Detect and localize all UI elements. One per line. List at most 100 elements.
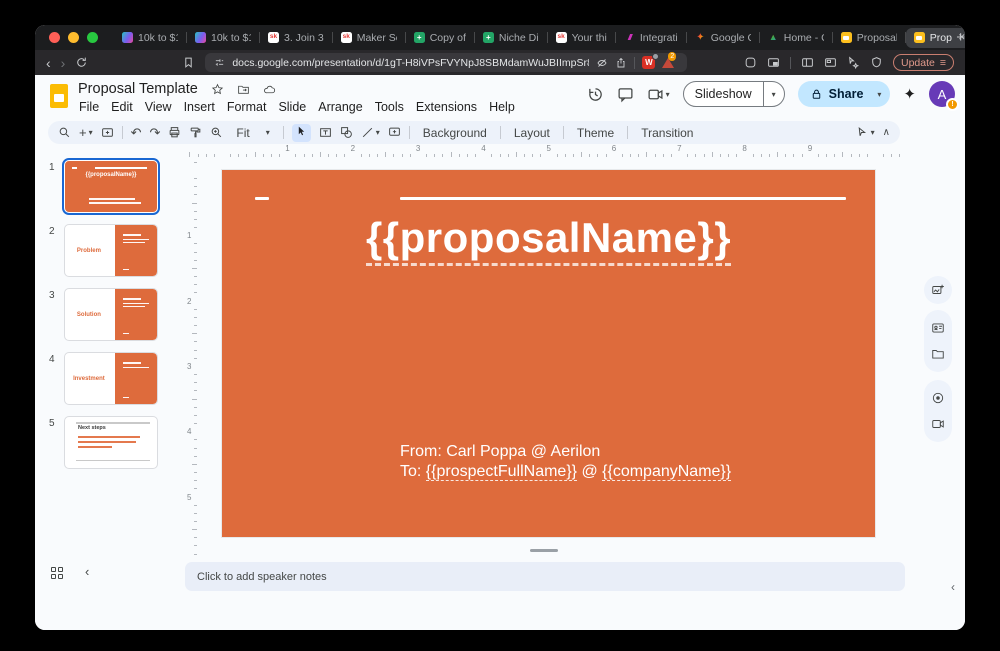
menu-insert[interactable]: Insert <box>178 99 221 115</box>
eye-off-icon[interactable] <box>596 57 608 69</box>
background-button[interactable]: Background <box>418 126 492 140</box>
redo-icon[interactable]: ↷ <box>150 126 161 139</box>
laser-pointer-button[interactable]: ▾ <box>856 126 875 139</box>
menu-edit[interactable]: Edit <box>105 99 139 115</box>
minimize-window-button[interactable] <box>68 32 79 43</box>
add-slide-icon[interactable] <box>101 126 114 139</box>
slide-thumbnail-4[interactable]: Investment <box>64 352 158 405</box>
record-icon[interactable] <box>931 391 945 405</box>
forward-icon[interactable]: › <box>61 56 66 70</box>
share-page-icon[interactable] <box>615 57 627 69</box>
shapes-icon[interactable] <box>340 126 353 139</box>
menu-arrange[interactable]: Arrange <box>312 99 368 115</box>
collapse-filmstrip-icon[interactable]: ‹ <box>85 564 89 579</box>
share-dropdown-icon[interactable]: ▾ <box>871 90 890 99</box>
gemini-sparkle-icon[interactable]: ✦ <box>903 85 916 103</box>
site-settings-icon[interactable] <box>214 57 225 68</box>
slides-logo-icon[interactable] <box>50 84 68 108</box>
browser-tab[interactable]: ///Integrati <box>616 28 686 48</box>
update-button[interactable]: Update ≡ <box>893 54 954 71</box>
collapse-panel-icon[interactable]: ‹ <box>951 580 955 594</box>
menu-extensions[interactable]: Extensions <box>410 99 483 115</box>
slide-thumbnail-1[interactable]: {{proposalName}} <box>64 160 158 213</box>
folder-icon[interactable] <box>931 347 945 361</box>
slide-thumbnail-3[interactable]: Solution <box>64 288 158 341</box>
search-icon[interactable] <box>58 126 71 139</box>
tab-group-icon[interactable] <box>824 56 837 69</box>
insert-image-icon[interactable] <box>931 283 945 297</box>
ruler-tick <box>402 154 403 157</box>
menu-file[interactable]: File <box>73 99 105 115</box>
browser-tab[interactable]: skMaker Sc <box>333 28 405 48</box>
share-button[interactable]: Share ▾ <box>798 81 891 107</box>
browser-tab[interactable]: 10k to $1 <box>114 28 186 48</box>
star-icon[interactable] <box>211 83 224 96</box>
menu-format[interactable]: Format <box>221 99 273 115</box>
new-tab-button[interactable]: + <box>956 29 965 46</box>
address-bar[interactable]: docs.google.com/presentation/d/1gT-H8iVP… <box>205 53 687 72</box>
document-title[interactable]: Proposal Template <box>78 81 198 97</box>
browser-tab[interactable]: 10k to $1 <box>187 28 259 48</box>
select-tool-button[interactable] <box>292 124 311 142</box>
browser-tab[interactable]: Proposal <box>833 28 905 48</box>
slide-thumbnail-5[interactable]: Next steps <box>64 416 158 469</box>
cloud-status-icon[interactable] <box>263 83 276 96</box>
filmstrip-resize-handle[interactable] <box>530 549 558 552</box>
ruler-tick <box>336 154 337 157</box>
meet-button[interactable]: ▾ <box>647 86 670 103</box>
menu-slide[interactable]: Slide <box>272 99 312 115</box>
grid-view-icon[interactable] <box>51 567 63 579</box>
browser-tab[interactable]: +Niche Di <box>475 28 547 48</box>
rail-group-top <box>924 276 952 304</box>
slide-thumbnail-2[interactable]: Problem <box>64 224 158 277</box>
cursor-assist-icon[interactable] <box>847 56 860 69</box>
extension-w-icon[interactable]: W <box>642 56 655 69</box>
zoom-select[interactable]: Fit▾ <box>231 126 274 140</box>
back-icon[interactable]: ‹ <box>46 56 51 70</box>
menu-tools[interactable]: Tools <box>369 99 410 115</box>
browser-tab[interactable]: ✦Google C <box>687 28 759 48</box>
version-history-icon[interactable] <box>587 86 604 103</box>
insert-comment-icon[interactable] <box>388 126 401 139</box>
browser-tab[interactable]: +Copy of <box>406 28 474 48</box>
screen-record-icon[interactable] <box>931 417 945 431</box>
new-slide-button[interactable]: +▾ <box>79 126 93 139</box>
slideshow-dropdown-icon[interactable]: ▾ <box>764 90 784 99</box>
contacts-icon[interactable] <box>931 321 945 335</box>
slide-canvas[interactable]: {{proposalName}} From: Carl Poppa @ Aeri… <box>222 170 875 537</box>
ruler-number: 9 <box>808 144 812 153</box>
bookmark-icon[interactable] <box>182 56 195 69</box>
picture-in-picture-icon[interactable] <box>767 56 780 69</box>
theme-button[interactable]: Theme <box>572 126 619 140</box>
slideshow-button[interactable]: Slideshow ▾ <box>683 81 785 107</box>
slide-title[interactable]: {{proposalName}} <box>222 214 875 262</box>
collapse-toolbar-icon[interactable]: ∧ <box>883 127 890 138</box>
undo-icon[interactable]: ↶ <box>131 126 142 139</box>
line-tool-button[interactable]: ▾ <box>361 126 380 139</box>
shield-icon[interactable] <box>870 56 883 69</box>
zoom-window-button[interactable] <box>87 32 98 43</box>
slide-from-to-text[interactable]: From: Carl Poppa @ Aerilon To: {{prospec… <box>400 442 731 482</box>
move-folder-icon[interactable] <box>237 83 250 96</box>
extension-triangle-icon[interactable]: 2 <box>662 58 674 68</box>
browser-tab[interactable]: sk3. Join 3 <box>260 28 332 48</box>
ruler-tick <box>194 284 197 285</box>
close-window-button[interactable] <box>49 32 60 43</box>
paint-format-icon[interactable] <box>189 126 202 139</box>
print-icon[interactable] <box>168 126 181 139</box>
text-box-icon[interactable] <box>319 126 332 139</box>
menu-view[interactable]: View <box>139 99 178 115</box>
sidebar-toggle-icon[interactable] <box>801 56 814 69</box>
transition-button[interactable]: Transition <box>636 126 698 140</box>
avatar[interactable]: A ! <box>929 81 955 107</box>
ruler-tick <box>194 513 197 514</box>
speaker-notes-input[interactable]: Click to add speaker notes <box>185 562 905 591</box>
reload-icon[interactable] <box>75 56 88 69</box>
browser-tab[interactable]: ▲Home - G <box>760 28 832 48</box>
extensions-icon[interactable] <box>744 56 757 69</box>
zoom-in-icon[interactable] <box>210 126 223 139</box>
browser-tab[interactable]: skYour thi <box>548 28 615 48</box>
comments-icon[interactable] <box>617 86 634 103</box>
layout-button[interactable]: Layout <box>509 126 555 140</box>
menu-help[interactable]: Help <box>483 99 521 115</box>
